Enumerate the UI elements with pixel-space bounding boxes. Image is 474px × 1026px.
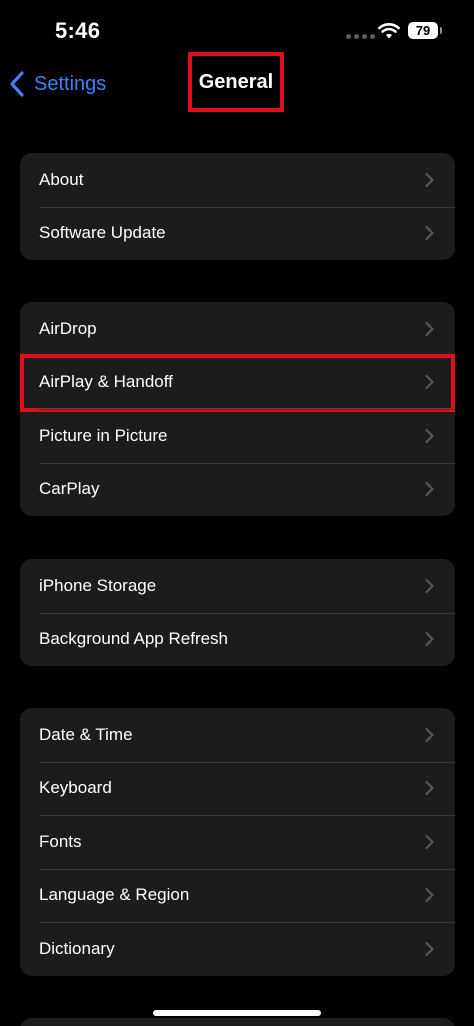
settings-group-airdrop: AirDrop AirPlay & Handoff Picture in Pic…: [20, 302, 455, 516]
settings-group-partial: [20, 1018, 455, 1026]
row-dictionary[interactable]: Dictionary: [20, 922, 455, 976]
row-label: Dictionary: [39, 938, 115, 958]
row-airplay-handoff[interactable]: AirPlay & Handoff: [20, 353, 455, 412]
row-label: Language & Region: [39, 885, 190, 905]
row-label: Picture in Picture: [39, 425, 168, 445]
settings-general-screen: 5:46 79 Settings General About Software …: [0, 0, 474, 1026]
cellular-signal-icon: [346, 34, 375, 39]
row-label: AirDrop: [39, 318, 97, 338]
chevron-right-icon: [425, 226, 434, 241]
row-date-time[interactable]: Date & Time: [20, 708, 455, 762]
back-button-label: Settings: [34, 72, 107, 95]
battery-level: 79: [415, 23, 431, 38]
chevron-right-icon: [425, 781, 434, 796]
status-time: 5:46: [55, 18, 101, 43]
row-keyboard[interactable]: Keyboard: [20, 761, 455, 816]
page-title: General: [198, 70, 274, 93]
row-language-region[interactable]: Language & Region: [20, 868, 455, 923]
battery-icon: 79: [408, 22, 442, 39]
chevron-left-icon: [10, 71, 24, 97]
row-picture-in-picture[interactable]: Picture in Picture: [20, 409, 455, 463]
row-carplay[interactable]: CarPlay: [20, 462, 455, 517]
settings-group-storage: iPhone Storage Background App Refresh: [20, 559, 455, 666]
row-label: Background App Refresh: [39, 629, 229, 649]
row-fonts[interactable]: Fonts: [20, 815, 455, 869]
chevron-right-icon: [425, 632, 434, 647]
chevron-right-icon: [425, 428, 434, 443]
row-iphone-storage[interactable]: iPhone Storage: [20, 559, 455, 613]
settings-group-about: About Software Update: [20, 153, 455, 260]
chevron-right-icon: [425, 482, 434, 497]
settings-group-date-time: Date & Time Keyboard Fonts Language & Re…: [20, 708, 455, 976]
title-highlight-box: General: [188, 52, 284, 112]
row-airdrop[interactable]: AirDrop: [20, 302, 455, 356]
row-label: iPhone Storage: [39, 575, 157, 595]
home-indicator[interactable]: [153, 1010, 321, 1016]
row-label: Keyboard: [39, 778, 112, 798]
chevron-right-icon: [425, 941, 434, 956]
chevron-right-icon: [425, 834, 434, 849]
row-label: Software Update: [39, 223, 166, 243]
row-background-app-refresh[interactable]: Background App Refresh: [20, 612, 455, 667]
row-label: CarPlay: [39, 479, 100, 499]
chevron-right-icon: [425, 321, 434, 336]
wifi-icon: [378, 23, 400, 39]
row-software-update[interactable]: Software Update: [20, 206, 455, 261]
row-label: Fonts: [39, 831, 82, 851]
back-button[interactable]: Settings: [8, 64, 106, 104]
row-label: Date & Time: [39, 724, 133, 744]
row-about[interactable]: About: [20, 153, 455, 207]
row-label: AirPlay & Handoff: [39, 372, 173, 392]
chevron-right-icon: [425, 727, 434, 742]
navigation-bar: Settings General: [0, 50, 474, 118]
chevron-right-icon: [425, 375, 434, 390]
chevron-right-icon: [425, 578, 434, 593]
chevron-right-icon: [425, 888, 434, 903]
row-label: About: [39, 169, 84, 189]
chevron-right-icon: [425, 172, 434, 187]
